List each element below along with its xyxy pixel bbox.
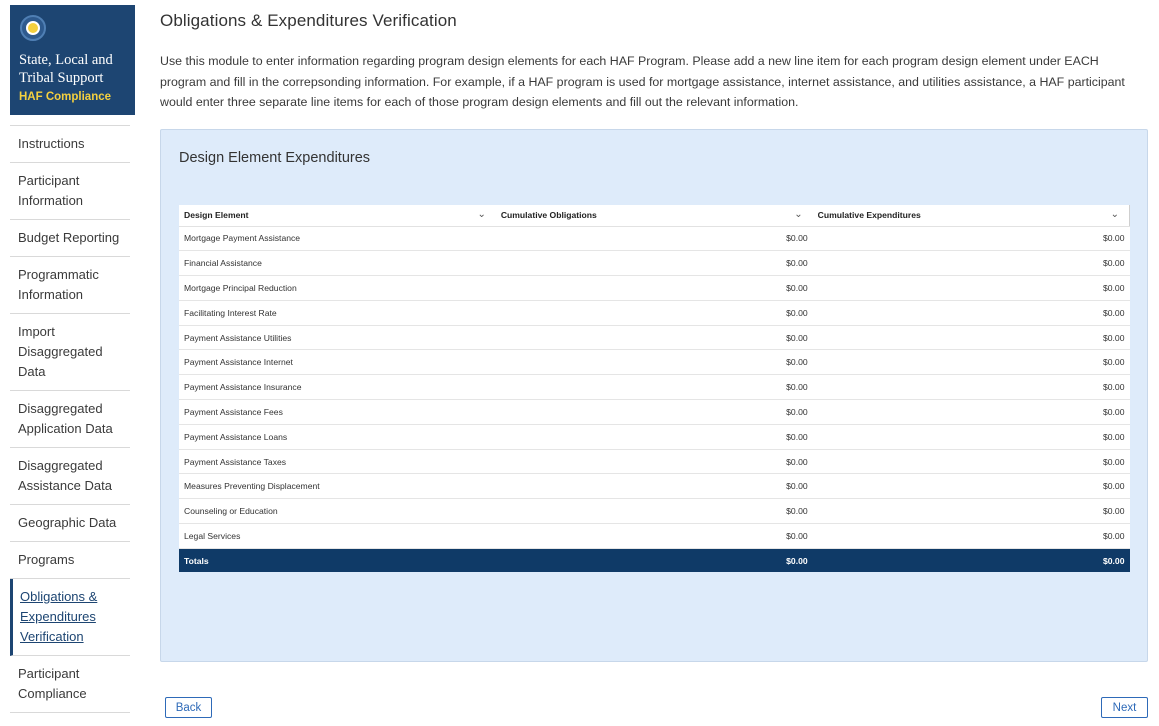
expenditures-cell: $0.00 (812, 399, 1130, 425)
design-element-cell: Payment Assistance Fees (179, 399, 496, 425)
expenditures-cell: $0.00 (812, 325, 1130, 351)
chevron-down-icon[interactable]: ⌄ (794, 209, 802, 220)
sidebar-item-participant-compliance[interactable]: Participant Compliance (10, 656, 130, 713)
sidebar-item-instructions[interactable]: Instructions (10, 126, 130, 163)
sidebar-nav: Instructions Participant Information Budge… (10, 125, 130, 713)
design-element-cell: Payment Assistance Utilities (179, 325, 496, 351)
design-element-cell: Facilitating Interest Rate (179, 300, 496, 326)
panel-title: Design Element Expenditures (179, 150, 371, 166)
obligations-cell: $0.00 (495, 250, 813, 277)
sidebar-item-geographic-data[interactable]: Geographic Data (10, 505, 130, 542)
seal-icon (20, 15, 46, 41)
sidebar-item-programs[interactable]: Programs (10, 542, 130, 579)
table-row[interactable]: Mortgage Payment Assistance $0.00 $0.00 (179, 226, 1130, 252)
next-button[interactable]: Next (1101, 697, 1148, 718)
table-row[interactable]: Legal Services $0.00 $0.00 (179, 523, 1130, 549)
table-row[interactable]: Counseling or Education $0.00 $0.00 (179, 498, 1130, 525)
sidebar-item-budget-reporting[interactable]: Budget Reporting (10, 220, 130, 257)
app-logo: State, Local and Tribal Support HAF Comp… (10, 5, 135, 115)
column-header-label: Cumulative Obligations (500, 210, 597, 221)
totals-row: Totals $0.00 $0.00 (179, 548, 1130, 573)
obligations-cell: $0.00 (495, 424, 813, 450)
logo-title: State, Local and Tribal Support (19, 52, 113, 86)
sidebar-item-disaggregated-assistance-data[interactable]: Disaggregated Assistance Data (10, 448, 130, 505)
column-header-label: Cumulative Expenditures (817, 210, 921, 221)
sidebar-item-obligations-expenditures-verification[interactable]: Obligations & Expenditures Verification (10, 579, 130, 656)
obligations-cell: $0.00 (495, 399, 813, 425)
expenditures-cell: $0.00 (812, 424, 1130, 450)
obligations-cell: $0.00 (495, 300, 813, 326)
expenditures-cell: $0.00 (812, 226, 1130, 252)
table-row[interactable]: Measures Preventing Displacement $0.00 $0.… (179, 473, 1130, 500)
table-row[interactable]: Facilitating Interest Rate $0.00 $0.00 (179, 300, 1130, 326)
total-obligations: $0.00 (495, 548, 813, 573)
expenditures-cell: $0.00 (812, 374, 1130, 401)
obligations-cell: $0.00 (495, 473, 813, 500)
expenditures-cell: $0.00 (812, 275, 1130, 301)
design-element-cell: Payment Assistance Internet (179, 349, 496, 376)
design-element-cell: Measures Preventing Displacement (179, 473, 496, 500)
logo-subtitle: HAF Compliance (19, 91, 112, 103)
expenditures-cell: $0.00 (812, 300, 1130, 326)
obligations-cell: $0.00 (495, 449, 813, 475)
obligations-cell: $0.00 (495, 374, 813, 401)
expenditures-cell: $0.00 (812, 449, 1130, 475)
back-button[interactable]: Back (165, 697, 212, 718)
intro-text: Use this module to enter information reg… (160, 54, 1125, 109)
expenditures-cell: $0.00 (812, 523, 1130, 549)
design-element-table: Design Element ⌄ Cumulative Obligations … (179, 205, 1130, 573)
design-element-panel: Design Element Expenditures Design Eleme… (160, 129, 1148, 662)
table-row[interactable]: Payment Assistance Internet $0.00 $0.00 (179, 349, 1130, 376)
table-row[interactable]: Financial Assistance $0.00 $0.00 (179, 250, 1130, 277)
column-header-cumulative-obligations[interactable]: Cumulative Obligations ⌄ (495, 205, 813, 227)
expenditures-cell: $0.00 (812, 250, 1130, 277)
table-header-row: Design Element ⌄ Cumulative Obligations … (179, 205, 1130, 227)
design-element-cell: Mortgage Payment Assistance (179, 226, 496, 252)
table-row[interactable]: Payment Assistance Utilities $0.00 $0.00 (179, 325, 1130, 351)
column-header-label: Design Element (184, 210, 249, 221)
design-element-cell: Financial Assistance (179, 250, 496, 277)
expenditures-cell: $0.00 (812, 473, 1130, 500)
obligations-cell: $0.00 (495, 275, 813, 301)
column-header-cumulative-expenditures[interactable]: Cumulative Expenditures ⌄ (812, 205, 1130, 227)
design-element-cell: Payment Assistance Insurance (179, 374, 496, 401)
page-title: Obligations & Expenditures Verification (160, 11, 457, 30)
table-row[interactable]: Payment Assistance Taxes $0.00 $0.00 (179, 449, 1130, 475)
obligations-cell: $0.00 (495, 498, 813, 525)
design-element-cell: Mortgage Principal Reduction (179, 275, 496, 301)
sidebar-item-import-disaggregated-data[interactable]: Import Disaggregated Data (10, 314, 130, 391)
sidebar-item-programmatic-information[interactable]: Programmatic Information (10, 257, 130, 314)
sidebar-item-disaggregated-application-data[interactable]: Disaggregated Application Data (10, 391, 130, 448)
obligations-cell: $0.00 (495, 523, 813, 549)
design-element-cell: Payment Assistance Loans (179, 424, 496, 450)
total-expenditures: $0.00 (812, 548, 1130, 573)
sidebar-item-participant-information[interactable]: Participant Information (10, 163, 130, 220)
expenditures-cell: $0.00 (812, 349, 1130, 376)
chevron-down-icon[interactable]: ⌄ (1111, 209, 1119, 220)
column-header-design-element[interactable]: Design Element ⌄ (179, 205, 496, 227)
design-element-cell: Legal Services (179, 523, 496, 549)
obligations-cell: $0.00 (495, 325, 813, 351)
design-element-cell: Counseling or Education (179, 498, 496, 525)
table-row[interactable]: Payment Assistance Fees $0.00 $0.00 (179, 399, 1130, 425)
obligations-cell: $0.00 (495, 349, 813, 376)
obligations-cell: $0.00 (495, 226, 813, 252)
totals-label: Totals (179, 548, 496, 573)
table-row[interactable]: Payment Assistance Insurance $0.00 $0.00 (179, 374, 1130, 401)
design-element-cell: Payment Assistance Taxes (179, 449, 496, 475)
table-row[interactable]: Mortgage Principal Reduction $0.00 $0.00 (179, 275, 1130, 301)
chevron-down-icon[interactable]: ⌄ (477, 209, 485, 220)
expenditures-cell: $0.00 (812, 498, 1130, 525)
table-row[interactable]: Payment Assistance Loans $0.00 $0.00 (179, 424, 1130, 450)
